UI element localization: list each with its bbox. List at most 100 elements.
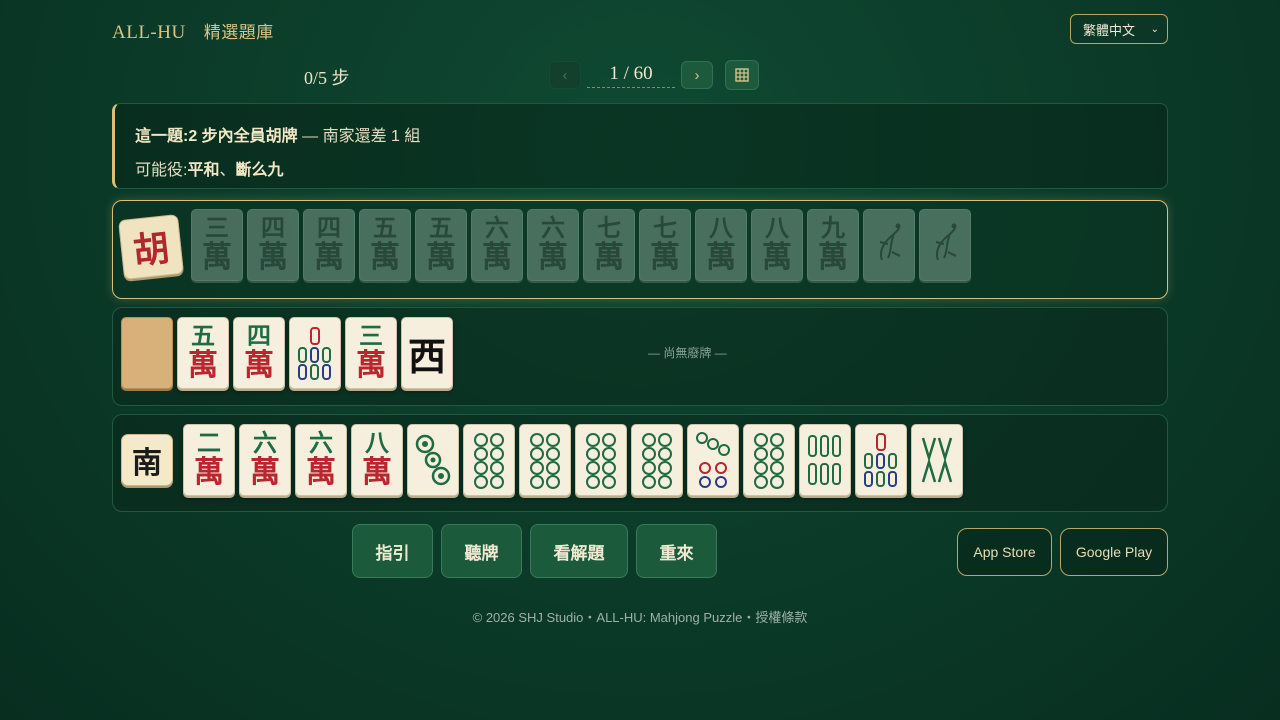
tile-sou-1[interactable] [863, 209, 915, 281]
tile-number: 二 [197, 428, 221, 457]
tile-wan[interactable]: 九萬 [807, 209, 859, 281]
tile-number: 六 [485, 213, 509, 242]
restart-button[interactable]: 重來 [636, 524, 717, 578]
hint-yaku: 可能役:平和、斷么九 [135, 156, 1147, 180]
tile-back [121, 317, 173, 389]
hint-yaku-prefix: 可能役: [135, 162, 188, 179]
puzzle-grid-button[interactable] [725, 60, 759, 90]
bamboo-icon [861, 430, 901, 490]
tile-suit: 萬 [650, 240, 680, 275]
tile-sou-7[interactable] [855, 424, 907, 496]
tile-suit: 萬 [362, 455, 392, 490]
listen-button[interactable]: 聽牌 [441, 524, 522, 578]
circle-dots-icon [413, 430, 453, 490]
discard-empty-label: — 尚無廢牌 — [648, 346, 727, 360]
tile-wan[interactable]: 六 萬 [295, 424, 347, 496]
tile-number: 六 [541, 213, 565, 242]
tile-pin-2[interactable] [407, 424, 459, 496]
tile-suit: 萬 [706, 240, 736, 275]
top-bar: ALL-HU 精選題庫 繁體中文 ⌄ [112, 14, 1168, 46]
pager: ‹ 1 / 60 › [549, 60, 759, 90]
tile-pin-8[interactable] [631, 424, 683, 496]
tile-wan[interactable]: 七萬 [639, 209, 691, 281]
tile-suit: 萬 [306, 455, 336, 490]
circle-dots-icon [693, 430, 733, 490]
tile-wan[interactable]: 二 萬 [183, 424, 235, 496]
tile-number: 九 [821, 213, 845, 242]
tile-number: 四 [247, 321, 271, 350]
prev-page-button[interactable]: ‹ [549, 61, 581, 89]
opponent-row: 五 萬 四 萬 三 萬 西 — 尚無廢牌 — [112, 307, 1168, 406]
tile-pin-8[interactable] [519, 424, 571, 496]
tile-number: 八 [709, 213, 733, 242]
page-indicator[interactable]: 1 / 60 [587, 63, 675, 88]
yaku-tanyao: 斷么九 [235, 162, 284, 179]
tile-pin-8[interactable] [463, 424, 515, 496]
tile-suit: 萬 [244, 348, 274, 383]
tile-suit: 萬 [818, 240, 848, 275]
brand-title: ALL-HU [112, 22, 186, 43]
puzzle-hint: 這一題:2 步內全員胡牌 — 南家還差 1 組 可能役:平和、斷么九 [112, 103, 1168, 189]
bird-icon [928, 220, 962, 270]
bamboo-icon [805, 430, 845, 490]
hint-goal-rest: — 南家還差 1 組 [297, 128, 421, 145]
tile-number: 六 [309, 428, 333, 457]
hu-player-row: 胡 三萬四萬四萬五萬五萬六萬六萬七萬七萬八萬八萬九萬 [112, 200, 1168, 299]
circle-dots-icon [637, 430, 677, 490]
tile-wan[interactable]: 五萬 [415, 209, 467, 281]
app-store-link[interactable]: App Store [957, 528, 1052, 576]
circle-dots-icon [581, 430, 621, 490]
tile-wan[interactable]: 八萬 [751, 209, 803, 281]
tile-sou-3[interactable] [289, 317, 341, 389]
tile-suit: 萬 [202, 240, 232, 275]
tile-suit: 萬 [194, 455, 224, 490]
tile-wan[interactable]: 四萬 [303, 209, 355, 281]
tile-suit: 萬 [314, 240, 344, 275]
tile-sou-1[interactable] [919, 209, 971, 281]
guide-button[interactable]: 指引 [352, 524, 433, 578]
next-page-button[interactable]: › [681, 61, 713, 89]
tile-number: 七 [597, 213, 621, 242]
tile-number: 三 [359, 321, 383, 350]
yaku-pinfu: 平和 [187, 162, 220, 179]
tile-number: 七 [653, 213, 677, 242]
hu-badge: 胡 [118, 214, 184, 280]
brand-subtitle: 精選題庫 [203, 23, 274, 43]
tile-wan[interactable]: 五 萬 [177, 317, 229, 389]
tile-number: 六 [253, 428, 277, 457]
tile-number: 四 [261, 213, 285, 242]
circle-dots-icon [749, 430, 789, 490]
tile-wan[interactable]: 三萬 [191, 209, 243, 281]
step-counter: 0/5 步 [304, 68, 350, 88]
tile-wan[interactable]: 五萬 [359, 209, 411, 281]
south-wind-badge: 南 [121, 434, 173, 486]
tile-suit: 萬 [356, 348, 386, 383]
tile-pin-8[interactable] [743, 424, 795, 496]
bamboo-icon [295, 324, 335, 382]
brand[interactable]: ALL-HU 精選題庫 [112, 18, 274, 44]
language-label: 繁體中文 [1083, 22, 1136, 38]
tile-sou-6[interactable] [799, 424, 851, 496]
tile-wan[interactable]: 七萬 [583, 209, 635, 281]
tile-wan[interactable]: 六 萬 [239, 424, 291, 496]
google-play-link[interactable]: Google Play [1060, 528, 1168, 576]
tile-wan[interactable]: 三 萬 [345, 317, 397, 389]
solution-button[interactable]: 看解題 [530, 524, 628, 578]
hint-goal: 這一題:2 步內全員胡牌 — 南家還差 1 組 [135, 122, 1147, 146]
tile-wan[interactable]: 六萬 [527, 209, 579, 281]
circle-dots-icon [469, 430, 509, 490]
tile-wan[interactable]: 六萬 [471, 209, 523, 281]
tile-wan[interactable]: 四萬 [247, 209, 299, 281]
tile-wan[interactable]: 八 萬 [351, 424, 403, 496]
grid-icon [735, 68, 749, 82]
circle-dots-icon [525, 430, 565, 490]
tile-wan[interactable]: 四 萬 [233, 317, 285, 389]
language-select[interactable]: 繁體中文 ⌄ [1070, 14, 1168, 44]
chevron-down-icon: ⌄ [1150, 23, 1159, 35]
tile-sou-8[interactable] [911, 424, 963, 496]
tile-west-wind[interactable]: 西 [401, 317, 453, 389]
tile-number: 五 [191, 321, 215, 350]
tile-pin-8[interactable] [575, 424, 627, 496]
tile-pin-7[interactable] [687, 424, 739, 496]
tile-wan[interactable]: 八萬 [695, 209, 747, 281]
